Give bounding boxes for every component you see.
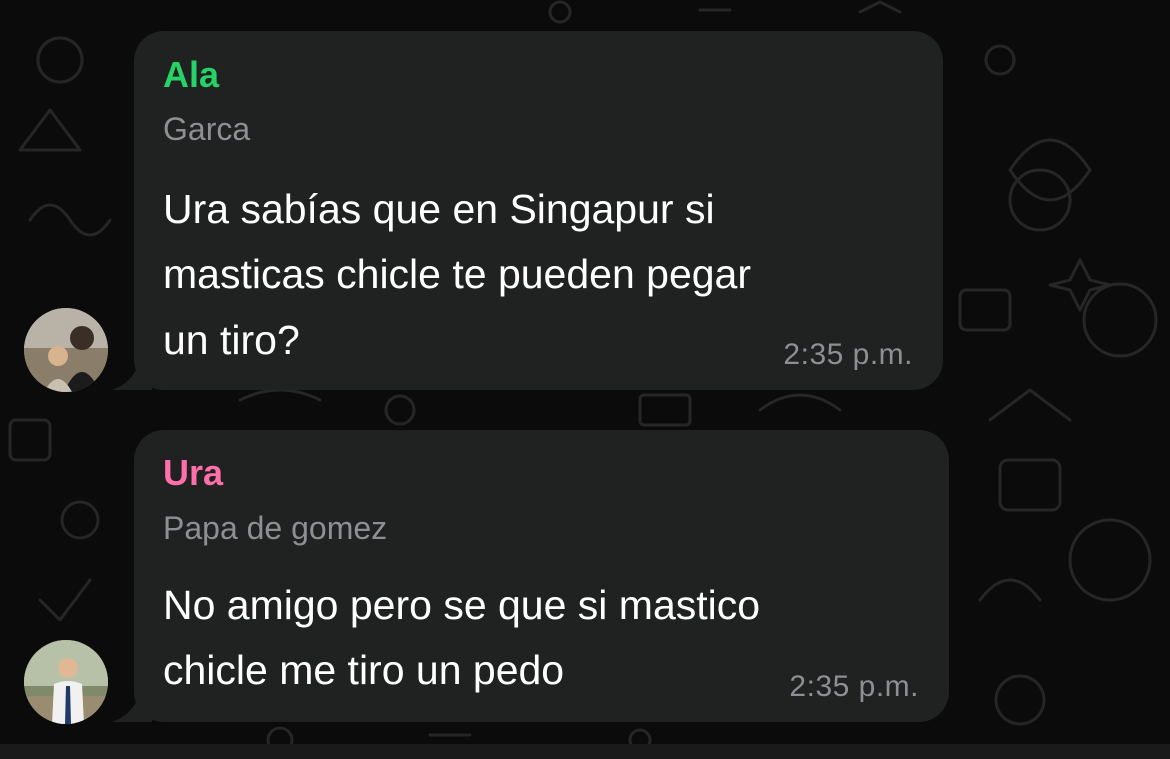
message-text-line: un tiro? [163, 317, 300, 363]
message-text-line: Ura sabías que en Singapur si [163, 186, 715, 232]
message-text-line: No amigo pero se que si mastico [163, 582, 761, 628]
message-timestamp: 2:35 p.m. [783, 338, 913, 371]
message-bubble[interactable]: Ala Garca Ura sabías que en Singapur si … [134, 31, 943, 390]
sender-avatar[interactable] [24, 640, 108, 724]
message-timestamp: 2:35 p.m. [789, 670, 919, 703]
bottom-divider [0, 744, 1170, 759]
sender-name[interactable]: Ura [163, 455, 223, 491]
sender-subtitle: Papa de gomez [163, 510, 388, 546]
person-photo-icon [24, 308, 108, 392]
sender-name[interactable]: Ala [163, 57, 219, 93]
sender-subtitle: Garca [163, 111, 251, 147]
sender-avatar[interactable] [24, 308, 108, 392]
message-text-line: chicle me tiro un pedo [163, 647, 565, 693]
message-text-line: masticas chicle te pueden pegar [163, 251, 752, 297]
person-photo-icon [24, 640, 108, 724]
message-bubble[interactable]: Ura Papa de gomez No amigo pero se que s… [134, 430, 949, 722]
